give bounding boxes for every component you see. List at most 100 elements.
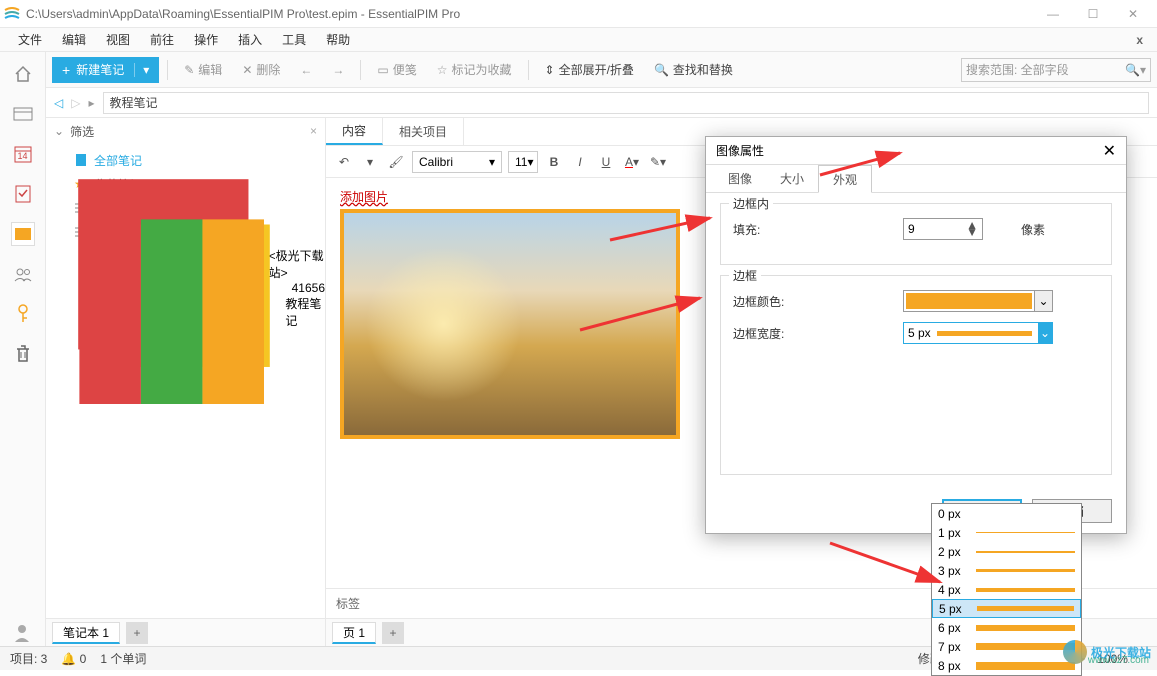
delete-button[interactable]: ✕删除 <box>234 57 288 83</box>
module-bar: 14 <box>0 52 46 646</box>
menu-file[interactable]: 文件 <box>8 31 52 48</box>
favorite-button[interactable]: ☆标记为收藏 <box>429 57 520 83</box>
image-properties-dialog: 图像属性 ✕ 图像 大小 外观 边框内 填充: 9 ▲▼ 像素 边框 <box>705 136 1127 534</box>
page-tab[interactable]: 页 1 <box>332 622 376 644</box>
italic-button[interactable]: I <box>570 151 590 173</box>
move-right-button[interactable]: → <box>324 57 352 83</box>
underline-button[interactable]: U <box>596 151 616 173</box>
padding-unit: 像素 <box>1021 221 1045 238</box>
width-option[interactable]: 6 px <box>932 618 1081 637</box>
menu-action[interactable]: 操作 <box>184 31 228 48</box>
titlebar: C:\Users\admin\AppData\Roaming\Essential… <box>0 0 1157 28</box>
maximize-button[interactable]: ☐ <box>1073 0 1113 28</box>
password-icon[interactable] <box>11 302 35 326</box>
width-option[interactable]: 1 px <box>932 523 1081 542</box>
tab-size[interactable]: 大小 <box>766 165 818 192</box>
watermark: 极光下载站 www.xz7.com <box>1063 640 1151 664</box>
close-icon[interactable]: × <box>310 124 317 138</box>
add-notebook-button[interactable]: + <box>126 622 148 644</box>
bold-button[interactable]: B <box>544 151 564 173</box>
close-button[interactable]: ✕ <box>1113 0 1153 28</box>
border-width-select[interactable]: 5 px ⌄ <box>903 322 1053 344</box>
today-icon[interactable] <box>11 102 35 126</box>
width-option[interactable]: 7 px <box>932 637 1081 656</box>
padding-input[interactable]: 9 ▲▼ <box>903 218 983 240</box>
tab-related[interactable]: 相关项目 <box>383 118 464 145</box>
chevron-down-icon[interactable]: ⌄ <box>1038 322 1052 344</box>
expand-button[interactable]: ⇕全部展开/折叠 <box>537 57 642 83</box>
notebook-tabs: 笔记本 1 + <box>46 618 325 646</box>
contacts-icon[interactable] <box>11 262 35 286</box>
find-replace-button[interactable]: 🔍查找和替换 <box>646 57 741 83</box>
nav-back-icon[interactable]: ◁ <box>54 96 63 110</box>
brush-icon[interactable]: 🖌 <box>386 151 406 173</box>
width-option[interactable]: 0 px <box>932 504 1081 523</box>
add-page-button[interactable]: + <box>382 622 404 644</box>
notebook-tab[interactable]: 笔记本 1 <box>52 622 120 644</box>
group-inner-border: 边框内 填充: 9 ▲▼ 像素 <box>720 203 1112 265</box>
width-option[interactable]: 2 px <box>932 542 1081 561</box>
border-width-label: 边框宽度: <box>733 325 903 342</box>
undo-button[interactable]: ↶ <box>334 151 354 173</box>
dropdown-icon[interactable]: ▾ <box>360 151 380 173</box>
breadcrumb-path[interactable]: 教程笔记 <box>103 92 1150 114</box>
window-title: C:\Users\admin\AppData\Roaming\Essential… <box>26 7 1033 21</box>
trash-icon[interactable] <box>11 342 35 366</box>
spin-down-icon[interactable]: ▼ <box>966 229 978 236</box>
search-icon[interactable]: 🔍 <box>1125 63 1140 77</box>
color-swatch <box>906 293 1032 309</box>
chevron-down-icon: ⌄ <box>54 124 64 138</box>
width-option[interactable]: 4 px <box>932 580 1081 599</box>
user-icon[interactable] <box>12 622 32 642</box>
width-option[interactable]: 5 px <box>932 599 1081 618</box>
tab-content[interactable]: 内容 <box>326 118 383 145</box>
status-items: 项目: 3 <box>10 650 47 667</box>
edit-button[interactable]: ✎编辑 <box>176 57 230 83</box>
menu-tools[interactable]: 工具 <box>272 31 316 48</box>
calendar-icon[interactable]: 14 <box>11 142 35 166</box>
menu-edit[interactable]: 编辑 <box>52 31 96 48</box>
dialog-tabs: 图像 大小 外观 <box>706 165 1126 193</box>
dialog-title: 图像属性 <box>716 142 764 159</box>
status-words: 1 个单词 <box>100 650 146 667</box>
width-dropdown: 0 px1 px2 px3 px4 px5 px6 px7 px8 px <box>931 503 1082 676</box>
dialog-titlebar: 图像属性 ✕ <box>706 137 1126 165</box>
search-input[interactable]: 搜索范围: 全部字段 🔍 ▾ <box>961 58 1151 82</box>
chevron-down-icon[interactable]: ▾ <box>134 63 149 77</box>
border-color-label: 边框颜色: <box>733 293 903 310</box>
menu-view[interactable]: 视图 <box>96 31 140 48</box>
tasks-icon[interactable] <box>11 182 35 206</box>
minimize-button[interactable]: — <box>1033 0 1073 28</box>
chevron-down-icon[interactable]: ⌄ <box>1034 291 1052 311</box>
group-border: 边框 边框颜色: ⌄ 边框宽度: 5 px ⌄ <box>720 275 1112 475</box>
embedded-image[interactable] <box>340 209 680 439</box>
font-select[interactable]: Calibri▾ <box>412 151 502 173</box>
new-note-button[interactable]: + 新建笔记 ▾ <box>52 57 159 83</box>
menu-insert[interactable]: 插入 <box>228 31 272 48</box>
status-bell: 🔔 0 <box>61 652 86 666</box>
app-logo-icon <box>4 6 20 22</box>
border-color-select[interactable]: ⌄ <box>903 290 1053 312</box>
nav-dropdown-icon[interactable]: ▸ <box>88 96 94 110</box>
padding-label: 填充: <box>733 221 903 238</box>
menu-help[interactable]: 帮助 <box>316 31 360 48</box>
font-color-button[interactable]: A▾ <box>622 151 642 173</box>
size-select[interactable]: 11▾ <box>508 151 538 173</box>
watermark-logo-icon <box>1063 640 1087 664</box>
move-left-button[interactable]: ← <box>292 57 320 83</box>
notes-icon[interactable] <box>11 222 35 246</box>
menu-close-icon[interactable]: x <box>1130 33 1149 47</box>
width-option[interactable]: 8 px <box>932 656 1081 675</box>
highlight-button[interactable]: ✎▾ <box>648 151 668 173</box>
width-option[interactable]: 3 px <box>932 561 1081 580</box>
filter-header[interactable]: ⌄ 筛选 × <box>46 118 325 144</box>
sticky-button[interactable]: ▭便笺 <box>369 57 424 83</box>
menu-goto[interactable]: 前往 <box>140 31 184 48</box>
home-icon[interactable] <box>11 62 35 86</box>
search-dropdown-icon[interactable]: ▾ <box>1140 63 1146 77</box>
nav-forward-icon[interactable]: ▷ <box>71 96 80 110</box>
sidebar: ⌄ 筛选 × 全部笔记 ★收藏笔记 最近浏览 最近修改 <极光下载站> 4165… <box>46 118 326 646</box>
dialog-close-button[interactable]: ✕ <box>1103 141 1116 161</box>
tab-image[interactable]: 图像 <box>714 165 766 192</box>
tab-appearance[interactable]: 外观 <box>818 165 872 193</box>
